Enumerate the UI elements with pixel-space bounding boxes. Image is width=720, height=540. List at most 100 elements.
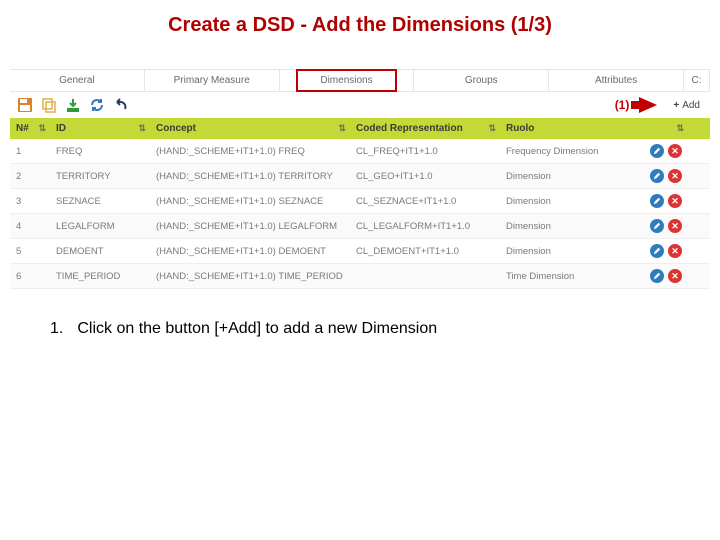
cell-id: LEGALFORM bbox=[50, 214, 150, 238]
cell-coded bbox=[350, 264, 500, 288]
callout-marker-1: (1) bbox=[615, 98, 630, 112]
cell-n: 3 bbox=[10, 189, 50, 213]
cell-actions: ✕ bbox=[630, 239, 690, 263]
cell-actions: ✕ bbox=[630, 139, 690, 163]
column-header-id[interactable]: ID ⇅ bbox=[50, 118, 150, 139]
cell-n: 5 bbox=[10, 239, 50, 263]
pencil-icon bbox=[653, 197, 661, 205]
cell-coded: CL_LEGALFORM+IT1+1.0 bbox=[350, 214, 500, 238]
save-icon[interactable] bbox=[16, 96, 34, 114]
cell-role: Dimension bbox=[500, 164, 630, 188]
delete-button[interactable]: ✕ bbox=[668, 269, 682, 283]
plus-icon: + bbox=[673, 100, 679, 111]
column-header-label: Concept bbox=[156, 123, 196, 134]
delete-button[interactable]: ✕ bbox=[668, 244, 682, 258]
delete-button[interactable]: ✕ bbox=[668, 219, 682, 233]
column-header-n[interactable]: N# ⇅ bbox=[10, 118, 50, 139]
sort-icon: ⇅ bbox=[138, 123, 144, 134]
tab-general[interactable]: General bbox=[10, 70, 145, 91]
edit-button[interactable] bbox=[650, 269, 664, 283]
cell-id: TIME_PERIOD bbox=[50, 264, 150, 288]
cell-concept: (HAND:_SCHEME+IT1+1.0) TERRITORY bbox=[150, 164, 350, 188]
close-icon: ✕ bbox=[671, 222, 679, 231]
pencil-icon bbox=[653, 172, 661, 180]
column-header-label: Coded Representation bbox=[356, 123, 463, 134]
column-header-concept[interactable]: Concept ⇅ bbox=[150, 118, 350, 139]
add-button[interactable]: + Add bbox=[669, 98, 704, 113]
cell-id: FREQ bbox=[50, 139, 150, 163]
cell-role: Time Dimension bbox=[500, 264, 630, 288]
pencil-icon bbox=[653, 272, 661, 280]
cell-concept: (HAND:_SCHEME+IT1+1.0) TIME_PERIOD bbox=[150, 264, 350, 288]
copy-icon[interactable] bbox=[40, 96, 58, 114]
sync-icon[interactable] bbox=[88, 96, 106, 114]
edit-button[interactable] bbox=[650, 169, 664, 183]
column-header-label: Ruolo bbox=[506, 123, 534, 134]
column-header-actions: ⇅ bbox=[630, 118, 690, 139]
cell-actions: ✕ bbox=[630, 164, 690, 188]
pencil-icon bbox=[653, 247, 661, 255]
add-button-label: Add bbox=[682, 100, 700, 111]
close-icon: ✕ bbox=[671, 197, 679, 206]
cell-n: 4 bbox=[10, 214, 50, 238]
table-row: 6 TIME_PERIOD (HAND:_SCHEME+IT1+1.0) TIM… bbox=[10, 264, 710, 289]
delete-button[interactable]: ✕ bbox=[668, 169, 682, 183]
delete-button[interactable]: ✕ bbox=[668, 194, 682, 208]
table-row: 2 TERRITORY (HAND:_SCHEME+IT1+1.0) TERRI… bbox=[10, 164, 710, 189]
sort-icon: ⇅ bbox=[38, 123, 44, 134]
cell-coded: CL_FREQ+IT1+1.0 bbox=[350, 139, 500, 163]
table-row: 3 SEZNACE (HAND:_SCHEME+IT1+1.0) SEZNACE… bbox=[10, 189, 710, 214]
cell-n: 6 bbox=[10, 264, 50, 288]
sort-icon: ⇅ bbox=[676, 123, 682, 134]
close-icon: ✕ bbox=[671, 272, 679, 281]
tab-primary-measure[interactable]: Primary Measure bbox=[145, 70, 280, 91]
page-title: Create a DSD - Add the Dimensions (1/3) bbox=[0, 0, 720, 47]
edit-button[interactable] bbox=[650, 194, 664, 208]
tab-dimensions[interactable]: Dimensions bbox=[280, 70, 415, 91]
callout-box: Dimensions bbox=[296, 69, 396, 92]
cell-concept: (HAND:_SCHEME+IT1+1.0) LEGALFORM bbox=[150, 214, 350, 238]
toolbar: (1) + Add bbox=[10, 92, 710, 118]
close-icon: ✕ bbox=[671, 147, 679, 156]
tab-bar: General Primary Measure Dimensions Group… bbox=[10, 69, 710, 92]
cell-role: Frequency Dimension bbox=[500, 139, 630, 163]
app-screenshot: General Primary Measure Dimensions Group… bbox=[10, 69, 710, 289]
edit-button[interactable] bbox=[650, 144, 664, 158]
cell-role: Dimension bbox=[500, 189, 630, 213]
instruction-text: Click on the button [+Add] to add a new … bbox=[77, 320, 437, 338]
cell-actions: ✕ bbox=[630, 214, 690, 238]
table-row: 1 FREQ (HAND:_SCHEME+IT1+1.0) FREQ CL_FR… bbox=[10, 139, 710, 164]
cell-coded: CL_SEZNACE+IT1+1.0 bbox=[350, 189, 500, 213]
close-icon: ✕ bbox=[671, 172, 679, 181]
sort-icon: ⇅ bbox=[488, 123, 494, 134]
cell-n: 2 bbox=[10, 164, 50, 188]
tab-more[interactable]: C: bbox=[684, 70, 710, 91]
instruction-step: 1. Click on the button [+Add] to add a n… bbox=[50, 320, 437, 338]
download-icon[interactable] bbox=[64, 96, 82, 114]
table-header: N# ⇅ ID ⇅ Concept ⇅ Coded Representation… bbox=[10, 118, 710, 139]
tab-attributes[interactable]: Attributes bbox=[549, 70, 684, 91]
cell-concept: (HAND:_SCHEME+IT1+1.0) DEMOENT bbox=[150, 239, 350, 263]
delete-button[interactable]: ✕ bbox=[668, 144, 682, 158]
cell-id: DEMOENT bbox=[50, 239, 150, 263]
undo-icon[interactable] bbox=[112, 96, 130, 114]
callout-arrow-icon bbox=[639, 97, 657, 113]
tab-groups[interactable]: Groups bbox=[414, 70, 549, 91]
cell-actions: ✕ bbox=[630, 189, 690, 213]
cell-actions: ✕ bbox=[630, 264, 690, 288]
cell-id: SEZNACE bbox=[50, 189, 150, 213]
edit-button[interactable] bbox=[650, 244, 664, 258]
column-header-coded[interactable]: Coded Representation ⇅ bbox=[350, 118, 500, 139]
column-header-label: ID bbox=[56, 123, 66, 134]
edit-button[interactable] bbox=[650, 219, 664, 233]
table-row: 5 DEMOENT (HAND:_SCHEME+IT1+1.0) DEMOENT… bbox=[10, 239, 710, 264]
cell-coded: CL_GEO+IT1+1.0 bbox=[350, 164, 500, 188]
column-header-label: N# bbox=[16, 123, 29, 134]
close-icon: ✕ bbox=[671, 247, 679, 256]
cell-id: TERRITORY bbox=[50, 164, 150, 188]
column-header-role[interactable]: Ruolo bbox=[500, 118, 630, 139]
instruction-number: 1. bbox=[50, 320, 63, 338]
pencil-icon bbox=[653, 147, 661, 155]
pencil-icon bbox=[653, 222, 661, 230]
cell-role: Dimension bbox=[500, 239, 630, 263]
